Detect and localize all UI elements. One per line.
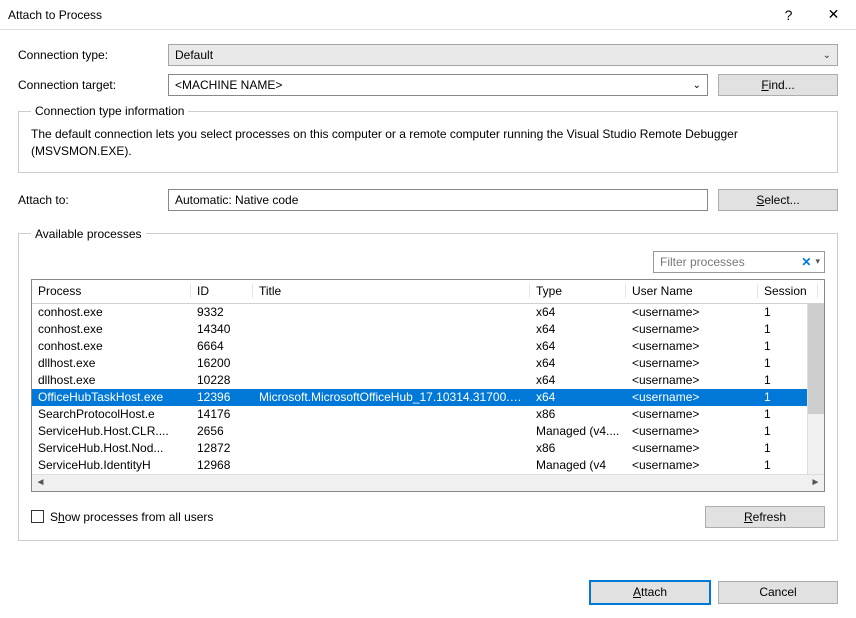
cell-user: <username> [626, 373, 758, 387]
dialog-title: Attach to Process [0, 8, 766, 22]
cell-id: 14176 [191, 407, 253, 421]
attach-to-field: Automatic: Native code [168, 189, 708, 211]
cell-id: 2656 [191, 424, 253, 438]
vertical-scrollbar[interactable] [807, 304, 824, 474]
select-button[interactable]: Select... [718, 189, 838, 211]
connection-info-fieldset: Connection type information The default … [18, 104, 838, 173]
connection-type-value: Default [175, 48, 213, 62]
connection-info-text: The default connection lets you select p… [31, 126, 825, 160]
cancel-button[interactable]: Cancel [718, 581, 838, 604]
cell-id: 6664 [191, 339, 253, 353]
table-row[interactable]: ServiceHub.Host.Nod...12872 x86<username>… [32, 440, 824, 457]
horizontal-scrollbar[interactable]: ◄ ► [32, 474, 824, 491]
find-button[interactable]: Find... [718, 74, 838, 96]
table-body: conhost.exe9332x64<username>1conhost.exe… [32, 304, 824, 474]
cell-user: <username> [626, 407, 758, 421]
filter-placeholder: Filter processes [660, 255, 745, 269]
cell-user: <username> [626, 390, 758, 404]
cell-id: 10228 [191, 373, 253, 387]
table-row[interactable]: ServiceHub.Host.CLR....2656 Managed (v4..… [32, 423, 824, 440]
table-row[interactable]: dllhost.exe10228x64<username>1 [32, 372, 824, 389]
cell-type: Managed (v4 [530, 458, 626, 472]
cell-type: x64 [530, 305, 626, 319]
cell-id: 12872 [191, 441, 253, 455]
available-processes-fieldset: Available processes Filter processes ✕ ▾… [18, 227, 838, 541]
dialog-footer: Attach Cancel [0, 571, 856, 618]
cell-id: 12396 [191, 390, 253, 404]
scroll-right-icon[interactable]: ► [807, 477, 824, 488]
cell-process: OfficeHubTaskHost.exe [32, 390, 191, 404]
cell-type: x86 [530, 407, 626, 421]
cell-type: x64 [530, 373, 626, 387]
chevron-down-icon: ⌄ [823, 50, 831, 61]
close-button[interactable]: ✕ [811, 0, 856, 30]
cell-process: dllhost.exe [32, 356, 191, 370]
connection-info-legend: Connection type information [31, 104, 188, 118]
col-session[interactable]: Session [758, 284, 818, 298]
cell-type: x64 [530, 390, 626, 404]
scroll-left-icon[interactable]: ◄ [32, 477, 49, 488]
cell-user: <username> [626, 322, 758, 336]
connection-target-value: <MACHINE NAME> [175, 78, 282, 92]
cell-title: Microsoft.MicrosoftOfficeHub_17.10314.31… [253, 390, 530, 404]
connection-target-label: Connection target: [18, 78, 158, 92]
cell-type: x86 [530, 441, 626, 455]
table-row[interactable]: conhost.exe14340x64<username>1 [32, 321, 824, 338]
col-title[interactable]: Title [253, 284, 530, 298]
table-header: Process ID Title Type User Name Session [32, 280, 824, 304]
cell-id: 16200 [191, 356, 253, 370]
cell-process: ServiceHub.Host.Nod... [32, 441, 191, 455]
cell-id: 9332 [191, 305, 253, 319]
cell-process: conhost.exe [32, 305, 191, 319]
table-row[interactable]: OfficeHubTaskHost.exe12396Microsoft.Micr… [32, 389, 824, 406]
clear-filter-icon[interactable]: ✕ [797, 255, 815, 269]
chevron-down-icon: ⌄ [693, 80, 701, 91]
show-all-users-checkbox[interactable] [31, 510, 44, 523]
cell-id: 14340 [191, 322, 253, 336]
cell-id: 12968 [191, 458, 253, 472]
cell-type: x64 [530, 356, 626, 370]
cell-process: ServiceHub.Host.CLR.... [32, 424, 191, 438]
table-row[interactable]: ServiceHub.IdentityH12968 Managed (v4<use… [32, 457, 824, 474]
filter-dropdown-icon[interactable]: ▾ [815, 256, 820, 267]
cell-process: conhost.exe [32, 339, 191, 353]
cell-type: x64 [530, 339, 626, 353]
cell-process: conhost.exe [32, 322, 191, 336]
col-user[interactable]: User Name [626, 284, 758, 298]
show-all-users-label: Show processes from all users [50, 510, 213, 524]
connection-target-input[interactable]: <MACHINE NAME> ⌄ [168, 74, 708, 96]
col-process[interactable]: Process [32, 284, 191, 298]
connection-type-select[interactable]: Default ⌄ [168, 44, 838, 66]
scrollbar-thumb[interactable] [808, 304, 824, 414]
table-row[interactable]: dllhost.exe16200x64<username>1 [32, 355, 824, 372]
col-type[interactable]: Type [530, 284, 626, 298]
cell-user: <username> [626, 441, 758, 455]
process-table: Process ID Title Type User Name Session … [31, 279, 825, 492]
cell-user: <username> [626, 339, 758, 353]
attach-to-value: Automatic: Native code [175, 193, 298, 207]
cell-process: dllhost.exe [32, 373, 191, 387]
cell-user: <username> [626, 356, 758, 370]
filter-input[interactable]: Filter processes ✕ ▾ [653, 251, 825, 273]
cell-process: SearchProtocolHost.e [32, 407, 191, 421]
titlebar: Attach to Process ? ✕ [0, 0, 856, 30]
table-row[interactable]: SearchProtocolHost.e14176x86<username>1 [32, 406, 824, 423]
help-button[interactable]: ? [766, 0, 811, 30]
table-row[interactable]: conhost.exe9332x64<username>1 [32, 304, 824, 321]
table-row[interactable]: conhost.exe6664x64<username>1 [32, 338, 824, 355]
cell-type: Managed (v4.... [530, 424, 626, 438]
refresh-button[interactable]: Refresh [705, 506, 825, 528]
attach-button[interactable]: Attach [590, 581, 710, 604]
cell-process: ServiceHub.IdentityH [32, 458, 191, 472]
cell-user: <username> [626, 458, 758, 472]
connection-type-label: Connection type: [18, 48, 158, 62]
col-id[interactable]: ID [191, 284, 253, 298]
cell-user: <username> [626, 424, 758, 438]
available-processes-legend: Available processes [31, 227, 146, 241]
cell-type: x64 [530, 322, 626, 336]
attach-to-label: Attach to: [18, 193, 158, 207]
cell-user: <username> [626, 305, 758, 319]
